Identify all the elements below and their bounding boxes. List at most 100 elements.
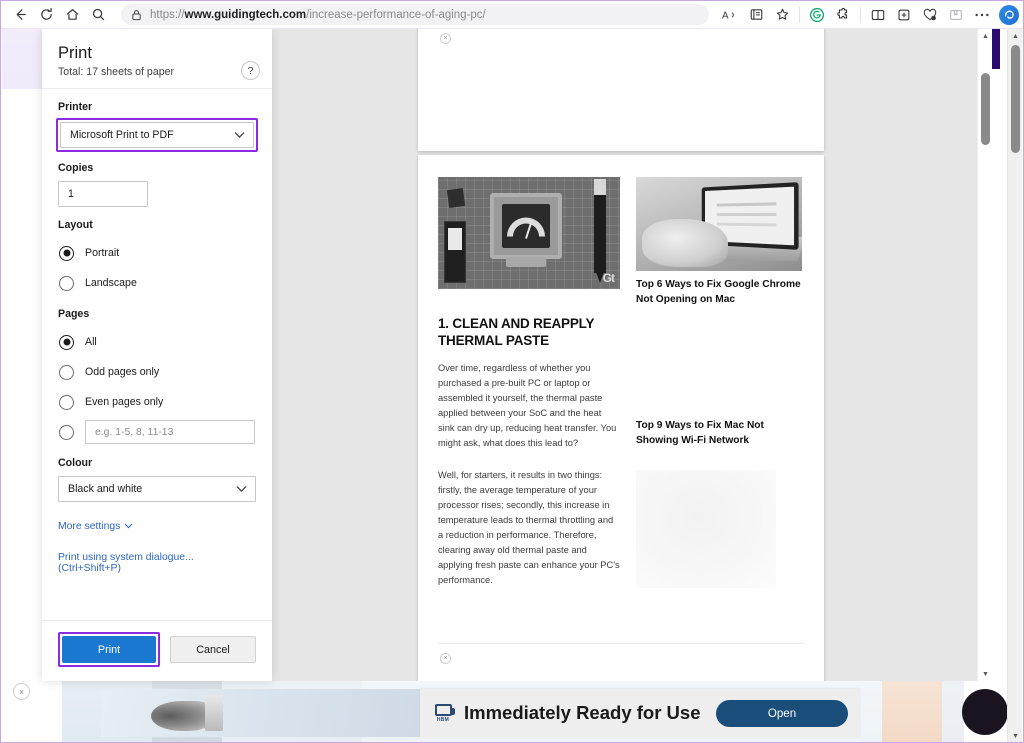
speedometer-icon xyxy=(507,217,545,237)
radio-icon-odd[interactable] xyxy=(59,364,74,380)
preview-close-chip[interactable]: × xyxy=(440,33,451,44)
thermal-paste-tube-graphic xyxy=(594,179,606,283)
colour-select[interactable]: Black and white xyxy=(58,476,256,502)
print-dialog-header: Print Total: 17 sheets of paper ? xyxy=(42,29,272,89)
radio-icon-landscape[interactable] xyxy=(59,275,74,291)
preview-scroll-down-arrow[interactable]: ▼ xyxy=(978,667,992,681)
toolbar-actions: A xyxy=(717,4,1019,26)
article-heading: 1. CLEAN AND REAPPLY THERMAL PASTE xyxy=(438,316,595,348)
ad-banner[interactable]: HBM Immediately Ready for Use Open xyxy=(420,689,860,737)
browser-toolbar: https://www.guidingtech.com/increase-per… xyxy=(1,1,1023,29)
pages-group: Pages All Odd pages only Even pages only… xyxy=(58,308,256,447)
collections-icon[interactable] xyxy=(891,4,917,26)
chevron-down-icon xyxy=(236,486,247,493)
printer-select[interactable]: Microsoft Print to PDF xyxy=(60,122,254,148)
custom-page-range-input[interactable]: e.g. 1-5, 8, 11-13 xyxy=(85,420,255,444)
preview-sheet-current: Gt 1. CLEAN AND REAPPLY THERMAL PASTE Ov… xyxy=(418,155,824,681)
ad-connector-graphic xyxy=(205,695,223,731)
browser-window: ▲ ▼ within the same socket family minimi… xyxy=(0,0,1024,743)
radio-icon-even[interactable] xyxy=(59,394,74,410)
printer-select-focus-ring: Microsoft Print to PDF xyxy=(56,118,258,152)
print-dialog-footer: Print Cancel xyxy=(42,620,272,681)
hero-chip-graphic xyxy=(446,187,466,209)
copies-input[interactable]: 1 xyxy=(58,181,148,207)
hbm-logo-text: HBM xyxy=(436,716,450,723)
colour-select-value: Black and white xyxy=(68,483,143,495)
ad-open-button[interactable]: Open xyxy=(716,699,848,727)
layout-option-portrait[interactable]: Portrait xyxy=(58,238,256,268)
article-paragraph-2: Well, for starters, it results in two th… xyxy=(438,469,620,586)
star-icon[interactable] xyxy=(769,4,795,26)
page-scrollbar[interactable]: ▲ ▼ xyxy=(1007,29,1023,742)
preview-scrollbar[interactable]: ▲ ▼ xyxy=(977,29,992,681)
hands-graphic xyxy=(642,219,728,267)
pages-option-even[interactable]: Even pages only xyxy=(58,387,256,417)
pages-option-all[interactable]: All xyxy=(58,327,256,357)
printer-select-value: Microsoft Print to PDF xyxy=(70,129,174,141)
preview-sheet-previous: within the same socket family minimizes … xyxy=(418,29,824,151)
print-button[interactable]: Print xyxy=(62,636,156,663)
search-icon[interactable] xyxy=(85,4,111,26)
colour-label: Colour xyxy=(58,457,93,469)
hero-monitor-stand xyxy=(506,257,546,267)
page-scrollbar-thumb[interactable] xyxy=(1011,45,1020,153)
radio-icon-portrait[interactable] xyxy=(59,245,74,261)
svg-text:A: A xyxy=(722,10,729,21)
more-options-icon[interactable] xyxy=(969,4,995,26)
split-screen-icon[interactable] xyxy=(865,4,891,26)
url-text: https://www.guidingtech.com/increase-per… xyxy=(150,9,486,21)
page-scroll-down-arrow[interactable]: ▼ xyxy=(1008,729,1023,742)
article-column-right: Top 6 Ways to Fix Google Chrome Not Open… xyxy=(636,177,804,588)
pages-option-custom[interactable]: e.g. 1-5, 8, 11-13 xyxy=(58,417,256,447)
radio-icon-all[interactable] xyxy=(59,334,74,350)
help-icon[interactable]: ? xyxy=(241,61,260,80)
dialog-backdrop-strip xyxy=(2,29,42,742)
preview-close-chip-bottom[interactable]: × xyxy=(440,653,451,664)
refresh-icon[interactable] xyxy=(33,4,59,26)
hero-monitor-graphic xyxy=(490,193,562,267)
home-icon[interactable] xyxy=(59,4,85,26)
layout-group: Layout Portrait Landscape xyxy=(58,219,256,298)
read-aloud-icon[interactable]: A xyxy=(717,4,743,26)
more-settings-row: More settings xyxy=(58,516,256,534)
copilot-icon[interactable] xyxy=(999,4,1019,25)
more-settings-link[interactable]: More settings xyxy=(58,521,133,532)
page-title: Print xyxy=(58,44,92,62)
hbm-logo-icon: HBM xyxy=(432,703,455,723)
related-article-1-image xyxy=(636,177,802,271)
pages-option-odd[interactable]: Odd pages only xyxy=(58,357,256,387)
colour-group: Colour Black and white xyxy=(58,457,256,502)
related-article-2-title: Top 9 Ways to Fix Mac Not Showing Wi-Fi … xyxy=(636,420,764,446)
radio-icon-custom-range[interactable] xyxy=(59,424,74,440)
pages-option-even-label: Even pages only xyxy=(85,396,164,408)
preview-scroll-up-arrow[interactable]: ▲ xyxy=(978,29,992,43)
address-bar[interactable]: https://www.guidingtech.com/increase-per… xyxy=(121,4,709,25)
sheets-total-label: Total: 17 sheets of paper xyxy=(58,66,175,78)
page-close-chip[interactable]: × xyxy=(13,683,30,700)
related-article-1-title: Top 6 Ways to Fix Google Chrome Not Open… xyxy=(636,279,801,305)
hero-watermark: Gt xyxy=(602,271,615,285)
print-dialog: Print Total: 17 sheets of paper ? Print e… xyxy=(42,29,272,681)
immersive-reader-icon[interactable] xyxy=(743,4,769,26)
browser-essentials-icon[interactable] xyxy=(917,4,943,26)
puzzle-extension-icon[interactable] xyxy=(830,4,856,26)
hero-ssd-graphic xyxy=(444,221,466,283)
url-domain: www.guidingtech.com xyxy=(184,8,307,21)
chevron-down-icon xyxy=(124,521,133,532)
copies-label: Copies xyxy=(58,162,94,174)
layout-option-portrait-label: Portrait xyxy=(85,247,120,259)
more-settings-label: More settings xyxy=(58,521,121,532)
print-preview-surface: within the same socket family minimizes … xyxy=(272,29,992,681)
hbm-logo-mark xyxy=(434,703,455,716)
print-using-system-dialogue-link[interactable]: Print using system dialogue... (Ctrl+Shi… xyxy=(58,552,256,574)
favorites-icon[interactable] xyxy=(943,4,969,26)
article-paragraph-1: Over time, regardless of whether you pur… xyxy=(438,363,617,449)
grammarly-extension-icon[interactable] xyxy=(804,4,830,26)
preview-scrollbar-thumb[interactable] xyxy=(981,73,990,145)
layout-option-landscape[interactable]: Landscape xyxy=(58,268,256,298)
cancel-button[interactable]: Cancel xyxy=(170,636,256,663)
url-scheme: https:// xyxy=(150,8,185,21)
page-scroll-up-arrow[interactable]: ▲ xyxy=(1008,29,1023,43)
back-icon[interactable] xyxy=(7,4,33,26)
layout-option-landscape-label: Landscape xyxy=(85,277,137,289)
